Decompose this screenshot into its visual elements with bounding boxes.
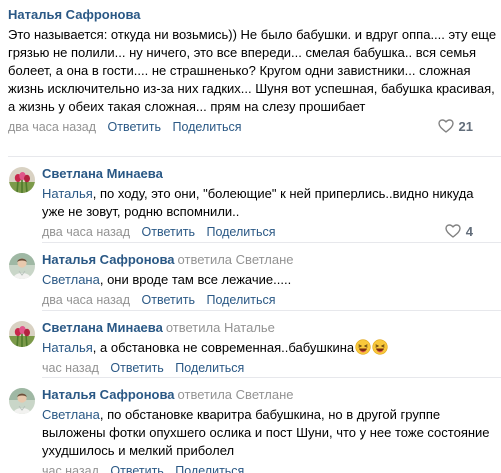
comment-actions: два часа назад Ответить Поделиться 4 [42, 222, 498, 242]
reply-button[interactable]: Ответить [108, 120, 161, 134]
avatar[interactable] [9, 167, 35, 193]
comment-body: Светлана Минаева ответила Наталье Наталья… [42, 317, 498, 378]
author-link[interactable]: Наталья Сафронова [42, 387, 175, 402]
avatar[interactable] [9, 321, 35, 347]
comment-text-body: , по ходу, это они, "болеющие" к ней при… [42, 186, 474, 219]
reply-button[interactable]: Ответить [110, 464, 163, 473]
comment-text-body: , они вроде там все лежачие..... [99, 272, 292, 287]
comment-actions: два часа назад Ответить Поделиться 21 [8, 117, 498, 137]
comment-text: Наталья, а обстановка не современная..ба… [42, 339, 498, 357]
avatar[interactable] [9, 388, 35, 414]
share-button[interactable]: Поделиться [206, 293, 275, 307]
reply-button[interactable]: Ответить [110, 361, 163, 375]
comment-body: Светлана Минаева Наталья, по ходу, это о… [42, 163, 498, 242]
comment-header: Наталья Сафронова ответила Светлане [42, 249, 498, 271]
timestamp[interactable]: два часа назад [42, 293, 130, 307]
timestamp[interactable]: два часа назад [42, 225, 130, 239]
reply-to-label: ответила [165, 320, 221, 335]
heart-icon [445, 224, 461, 238]
comment-body: Наталья Сафронова Это называется: откуда… [8, 4, 498, 137]
comment-text-body: , по обстановке кваритра бабушкина, но в… [42, 407, 490, 458]
comment-text: Светлана, они вроде там все лежачие..... [42, 271, 498, 289]
comment-actions: час назад Ответить Поделиться [42, 461, 498, 473]
comments-thread: Наталья Сафронова Это называется: откуда… [0, 0, 501, 473]
share-button[interactable]: Поделиться [175, 464, 244, 473]
author-link[interactable]: Светлана Минаева [42, 166, 163, 181]
reply-button[interactable]: Ответить [142, 293, 195, 307]
comment-body: Наталья Сафронова ответила Светлане Светл… [42, 384, 498, 473]
comment-actions: два часа назад Ответить Поделиться [42, 290, 498, 310]
avatar[interactable] [9, 253, 35, 279]
timestamp[interactable]: два часа назад [8, 120, 96, 134]
comment-text: Наталья, по ходу, это они, "болеющие" к … [42, 185, 498, 221]
divider [42, 242, 501, 243]
like-button[interactable]: 4 [445, 222, 473, 242]
comment-body: Наталья Сафронова ответила Светлане Светл… [42, 249, 498, 310]
divider [42, 377, 501, 378]
comment-header: Наталья Сафронова [8, 4, 498, 26]
reply-button[interactable]: Ответить [142, 225, 195, 239]
reply-to-label: ответила [177, 387, 233, 402]
divider [8, 156, 501, 157]
author-link[interactable]: Наталья Сафронова [8, 7, 141, 22]
portrait-avatar [9, 388, 35, 414]
comment-actions: час назад Ответить Поделиться [42, 358, 498, 378]
comment-text: Это называется: откуда ни возьмись)) Не … [8, 27, 497, 114]
reply-to-link[interactable]: Наталье [224, 320, 275, 335]
portrait-avatar [9, 253, 35, 279]
laughing-emoji [372, 339, 388, 355]
divider [42, 310, 501, 311]
tulips-avatar [9, 321, 35, 347]
like-count: 4 [465, 224, 473, 239]
like-button[interactable]: 21 [437, 117, 473, 137]
mention-link[interactable]: Наталья [42, 186, 93, 201]
comment-text-body: , а обстановка не современная..бабушкина [92, 340, 355, 355]
mention-link[interactable]: Светлана [42, 272, 100, 287]
mention-link[interactable]: Светлана [42, 407, 100, 422]
timestamp[interactable]: час назад [42, 361, 99, 375]
heart-icon [437, 119, 454, 133]
laughing-emoji [355, 339, 371, 355]
comment-header: Наталья Сафронова ответила Светлане [42, 384, 498, 406]
comment-header: Светлана Минаева [42, 163, 498, 185]
tulips-avatar [9, 167, 35, 193]
mention-link[interactable]: Наталья [42, 340, 93, 355]
reply-to-link[interactable]: Светлане [236, 387, 294, 402]
reply-to-link[interactable]: Светлане [236, 252, 294, 267]
comment-header: Светлана Минаева ответила Наталье [42, 317, 498, 339]
timestamp[interactable]: час назад [42, 464, 99, 473]
reply-to-label: ответила [177, 252, 233, 267]
author-link[interactable]: Светлана Минаева [42, 320, 163, 335]
comment-text: Светлана, по обстановке кваритра бабушки… [42, 406, 498, 460]
like-count: 21 [458, 119, 473, 134]
share-button[interactable]: Поделиться [206, 225, 275, 239]
share-button[interactable]: Поделиться [172, 120, 241, 134]
share-button[interactable]: Поделиться [175, 361, 244, 375]
author-link[interactable]: Наталья Сафронова [42, 252, 175, 267]
